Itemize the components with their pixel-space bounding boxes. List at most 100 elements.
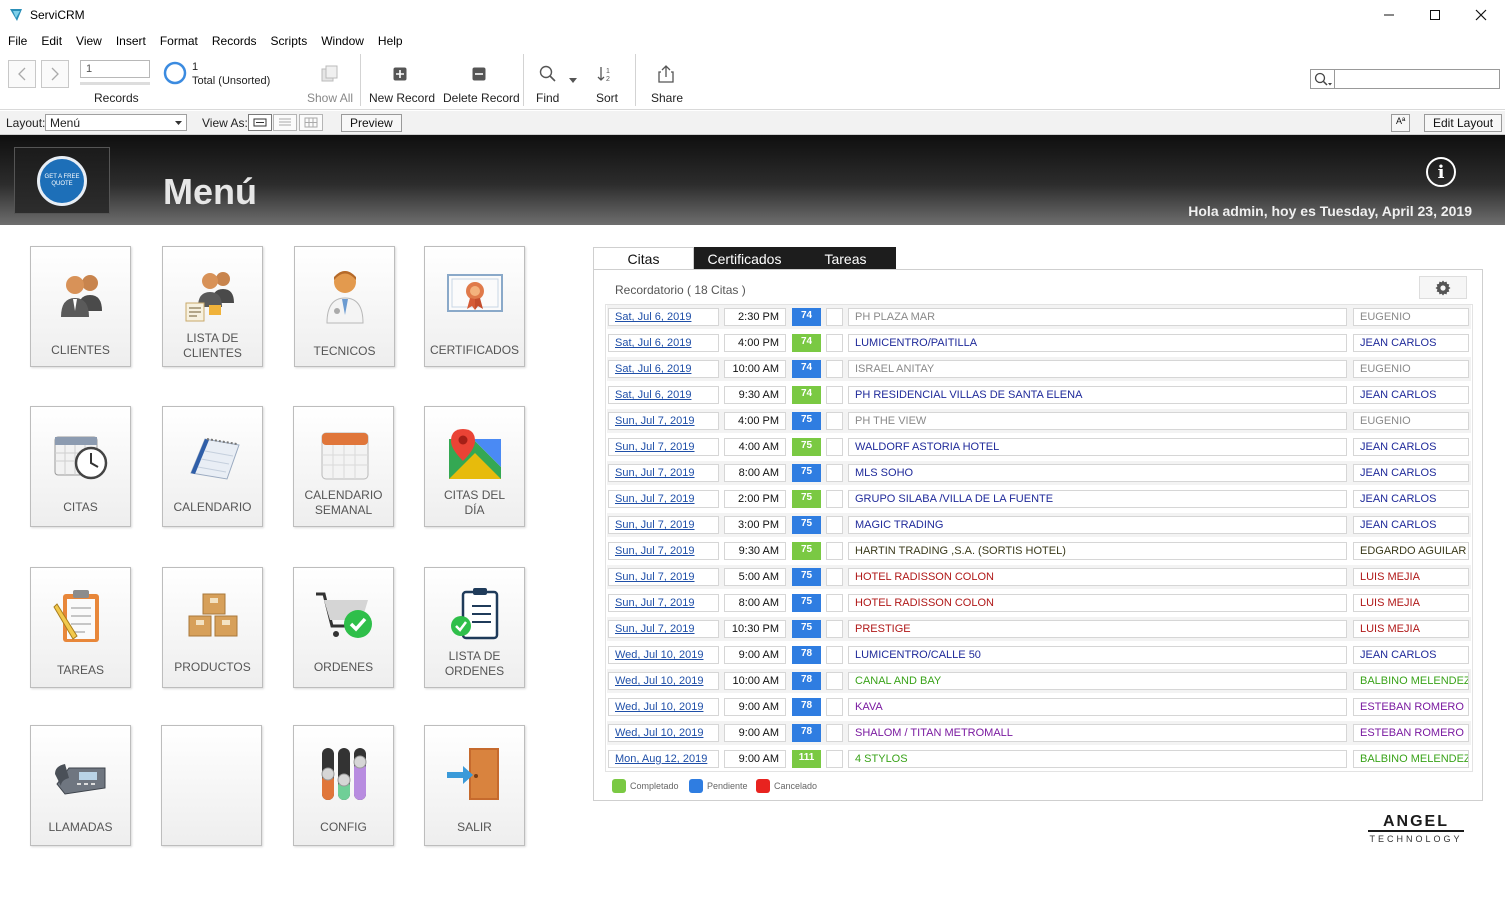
- maximize-button[interactable]: [1412, 0, 1458, 30]
- row-checkbox[interactable]: [826, 516, 843, 534]
- table-row[interactable]: Sat, Jul 6, 2019 9:30 AM 74 PH RESIDENCIAL …: [607, 383, 1471, 407]
- table-row[interactable]: Wed, Jul 10, 2019 9:00 AM 78 LUMICENTRO/CAL…: [607, 643, 1471, 667]
- row-checkbox[interactable]: [826, 334, 843, 352]
- sort-button[interactable]: Sort: [596, 91, 618, 105]
- preview-button[interactable]: Preview: [341, 114, 402, 132]
- table-row[interactable]: Sun, Jul 7, 2019 10:30 PM 75 PRESTIGE LUIS M…: [607, 617, 1471, 641]
- appointment-date-link[interactable]: Sun, Jul 7, 2019: [608, 438, 719, 456]
- tile-calendario[interactable]: CALENDARIO: [162, 406, 263, 527]
- previous-record-button[interactable]: [8, 60, 36, 88]
- appointment-date-link[interactable]: Sun, Jul 7, 2019: [608, 412, 719, 430]
- menu-window[interactable]: Window: [321, 31, 364, 51]
- table-row[interactable]: Wed, Jul 10, 2019 9:00 AM 78 KAVA ESTEBAN RO…: [607, 695, 1471, 719]
- tile-citas[interactable]: CITAS: [30, 406, 131, 527]
- appointment-date-link[interactable]: Sun, Jul 7, 2019: [608, 620, 719, 638]
- tile-lista-de-clientes[interactable]: LISTA DE CLIENTES: [162, 246, 263, 367]
- row-checkbox[interactable]: [826, 490, 843, 508]
- tile-tecnicos[interactable]: TECNICOS: [294, 246, 395, 367]
- record-number-input[interactable]: 1: [80, 60, 150, 78]
- table-row[interactable]: Sun, Jul 7, 2019 9:30 AM 75 HARTIN TRADING …: [607, 539, 1471, 563]
- table-row[interactable]: Sun, Jul 7, 2019 5:00 AM 75 HOTEL RADISSON …: [607, 565, 1471, 589]
- row-checkbox[interactable]: [826, 568, 843, 586]
- tile-lista-de-ordenes[interactable]: LISTA DE ORDENES: [424, 567, 525, 688]
- row-checkbox[interactable]: [826, 412, 843, 430]
- appointment-date-link[interactable]: Sun, Jul 7, 2019: [608, 464, 719, 482]
- tile-calendario-semanal[interactable]: CALENDARIO SEMANAL: [293, 406, 394, 527]
- appointment-date-link[interactable]: Sat, Jul 6, 2019: [608, 334, 719, 352]
- tile-config[interactable]: CONFIG: [293, 725, 394, 846]
- table-row[interactable]: Sun, Jul 7, 2019 4:00 PM 75 PH THE VIEW EUGE…: [607, 409, 1471, 433]
- find-dropdown-icon[interactable]: [569, 78, 577, 83]
- menu-file[interactable]: File: [8, 31, 27, 51]
- tab-certificados[interactable]: Certificados: [694, 247, 795, 270]
- row-checkbox[interactable]: [826, 464, 843, 482]
- tile-salir[interactable]: SALIR: [424, 725, 525, 846]
- menu-records[interactable]: Records: [212, 31, 257, 51]
- appointment-date-link[interactable]: Wed, Jul 10, 2019: [608, 646, 719, 664]
- table-row[interactable]: Wed, Jul 10, 2019 10:00 AM 78 CANAL AND BAY…: [607, 669, 1471, 693]
- tile-certificados[interactable]: CERTIFICADOS: [424, 246, 525, 367]
- share-button[interactable]: Share: [651, 91, 683, 105]
- table-row[interactable]: Sat, Jul 6, 2019 10:00 AM 74 ISRAEL ANITAY E…: [607, 357, 1471, 381]
- tile-empty[interactable]: [161, 725, 262, 846]
- record-slider[interactable]: [80, 82, 150, 85]
- view-list-button[interactable]: [273, 114, 297, 131]
- menu-edit[interactable]: Edit: [41, 31, 62, 51]
- show-all-button[interactable]: Show All: [307, 91, 353, 105]
- row-checkbox[interactable]: [826, 386, 843, 404]
- appointment-date-link[interactable]: Sun, Jul 7, 2019: [608, 490, 719, 508]
- table-row[interactable]: Sun, Jul 7, 2019 3:00 PM 75 MAGIC TRADING JE…: [607, 513, 1471, 537]
- row-checkbox[interactable]: [826, 646, 843, 664]
- table-row[interactable]: Sat, Jul 6, 2019 2:30 PM 74 PH PLAZA MAR EUG…: [607, 305, 1471, 329]
- appointment-date-link[interactable]: Wed, Jul 10, 2019: [608, 698, 719, 716]
- appointment-date-link[interactable]: Sun, Jul 7, 2019: [608, 542, 719, 560]
- appointment-date-link[interactable]: Sat, Jul 6, 2019: [608, 360, 719, 378]
- row-checkbox[interactable]: [826, 360, 843, 378]
- row-checkbox[interactable]: [826, 672, 843, 690]
- delete-record-button[interactable]: Delete Record: [443, 91, 520, 105]
- menu-view[interactable]: View: [76, 31, 102, 51]
- table-row[interactable]: Sun, Jul 7, 2019 2:00 PM 75 GRUPO SILABA /V…: [607, 487, 1471, 511]
- table-row[interactable]: Sat, Jul 6, 2019 4:00 PM 74 LUMICENTRO/PAIT…: [607, 331, 1471, 355]
- tile-citas-del-dia[interactable]: CITAS DEL DÍA: [424, 406, 525, 527]
- tile-productos[interactable]: PRODUCTOS: [162, 567, 263, 688]
- appointment-date-link[interactable]: Wed, Jul 10, 2019: [608, 724, 719, 742]
- appointment-date-link[interactable]: Wed, Jul 10, 2019: [608, 672, 719, 690]
- menu-scripts[interactable]: Scripts: [271, 31, 308, 51]
- edit-layout-button[interactable]: Edit Layout: [1424, 114, 1503, 132]
- tile-clientes[interactable]: CLIENTES: [30, 246, 131, 367]
- menu-help[interactable]: Help: [378, 31, 403, 51]
- row-checkbox[interactable]: [826, 620, 843, 638]
- tile-llamadas[interactable]: LLAMADAS: [30, 725, 131, 846]
- find-button[interactable]: Find: [536, 91, 559, 105]
- row-checkbox[interactable]: [826, 594, 843, 612]
- quick-find-input[interactable]: [1310, 69, 1500, 89]
- menu-format[interactable]: Format: [160, 31, 198, 51]
- layout-select[interactable]: Menú: [45, 114, 187, 131]
- next-record-button[interactable]: [41, 60, 69, 88]
- row-checkbox[interactable]: [826, 724, 843, 742]
- view-table-button[interactable]: [299, 114, 323, 131]
- close-button[interactable]: [1458, 0, 1504, 30]
- row-checkbox[interactable]: [826, 308, 843, 326]
- appointment-date-link[interactable]: Sun, Jul 7, 2019: [608, 516, 719, 534]
- row-checkbox[interactable]: [826, 438, 843, 456]
- text-formatting-button[interactable]: Aª: [1391, 114, 1411, 132]
- row-checkbox[interactable]: [826, 698, 843, 716]
- menu-insert[interactable]: Insert: [116, 31, 146, 51]
- info-icon[interactable]: i: [1426, 157, 1456, 187]
- appointment-date-link[interactable]: Sun, Jul 7, 2019: [608, 594, 719, 612]
- appointment-date-link[interactable]: Sat, Jul 6, 2019: [608, 308, 719, 326]
- view-form-button[interactable]: [248, 114, 272, 131]
- new-record-button[interactable]: New Record: [369, 91, 435, 105]
- table-row[interactable]: Sun, Jul 7, 2019 8:00 AM 75 MLS SOHO JEAN CA…: [607, 461, 1471, 485]
- appointment-date-link[interactable]: Sat, Jul 6, 2019: [608, 386, 719, 404]
- table-row[interactable]: Wed, Jul 10, 2019 9:00 AM 78 SHALOM / TITAN…: [607, 721, 1471, 745]
- row-checkbox[interactable]: [826, 750, 843, 768]
- tab-tareas[interactable]: Tareas: [795, 247, 896, 270]
- tile-tareas[interactable]: TAREAS: [30, 567, 131, 688]
- minimize-button[interactable]: [1366, 0, 1412, 30]
- table-row[interactable]: Sun, Jul 7, 2019 4:00 AM 75 WALDORF ASTORIA…: [607, 435, 1471, 459]
- tab-citas[interactable]: Citas: [593, 247, 694, 270]
- appointment-date-link[interactable]: Sun, Jul 7, 2019: [608, 568, 719, 586]
